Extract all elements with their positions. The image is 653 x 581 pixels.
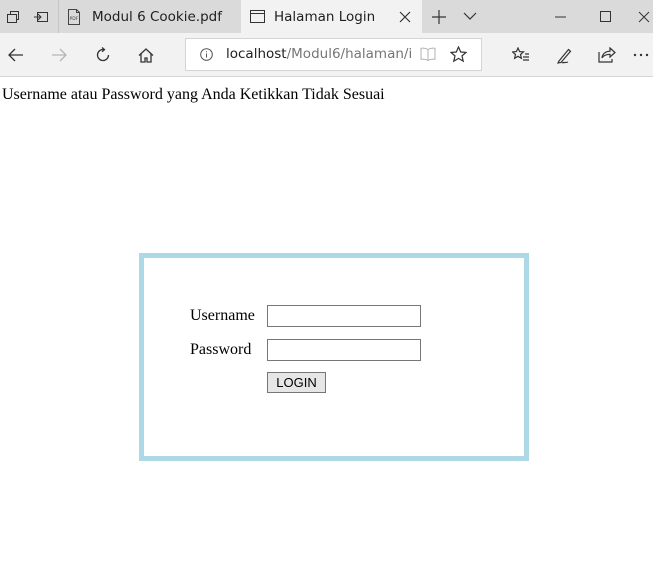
more-options-button[interactable] <box>633 33 653 77</box>
refresh-icon <box>96 47 110 62</box>
minimize-button[interactable] <box>543 0 577 33</box>
back-arrow-icon <box>8 48 23 62</box>
close-window-button[interactable] <box>638 0 653 33</box>
favorite-star-icon[interactable] <box>449 45 468 68</box>
web-note-button[interactable] <box>544 33 584 77</box>
pdf-file-icon: PDF <box>67 9 81 25</box>
set-tabs-aside-icon <box>34 11 48 22</box>
share-button[interactable] <box>587 33 627 77</box>
tab-preview-button[interactable] <box>0 0 26 33</box>
username-label: Username <box>190 307 255 324</box>
pen-icon <box>556 48 571 64</box>
url-path: /Modul6/halaman/inde <box>286 46 412 62</box>
share-icon <box>598 47 616 63</box>
favorites-list-icon <box>512 47 529 61</box>
login-form-box: Username Password LOGIN <box>139 253 529 461</box>
tab-label: Modul 6 Cookie.pdf <box>92 8 222 25</box>
forward-arrow-icon <box>52 48 67 62</box>
plus-icon <box>432 9 446 24</box>
username-input[interactable] <box>267 305 421 327</box>
reading-view-icon[interactable] <box>420 47 436 67</box>
minimize-icon <box>554 16 566 17</box>
tab-label: Halaman Login <box>274 8 376 25</box>
tab-list-button[interactable] <box>456 0 484 33</box>
navigation-bar: localhost/Modul6/halaman/inde <box>0 33 653 77</box>
maximize-icon <box>599 11 611 22</box>
url-host: localhost <box>226 46 287 62</box>
refresh-button[interactable] <box>83 33 123 77</box>
svg-text:PDF: PDF <box>70 16 79 22</box>
site-info-icon[interactable] <box>200 48 213 66</box>
tab-modul-6-cookie[interactable]: PDF Modul 6 Cookie.pdf <box>58 0 241 33</box>
close-window-icon <box>638 11 650 22</box>
more-dots-icon <box>633 53 649 57</box>
webpage-icon <box>250 10 265 23</box>
password-label: Password <box>190 341 252 358</box>
url-text[interactable]: localhost/Modul6/halaman/inde <box>226 39 412 70</box>
maximize-button[interactable] <box>588 0 622 33</box>
address-bar[interactable]: localhost/Modul6/halaman/inde <box>185 38 482 71</box>
title-bar: PDF Modul 6 Cookie.pdf Halaman Login <box>0 0 653 33</box>
login-button[interactable]: LOGIN <box>267 372 326 393</box>
chevron-down-icon <box>463 12 477 20</box>
login-error-message: Username atau Password yang Anda Ketikka… <box>2 86 385 103</box>
page-content: Username atau Password yang Anda Ketikka… <box>0 78 653 581</box>
set-tabs-aside-button[interactable] <box>26 0 56 33</box>
forward-button[interactable] <box>39 33 79 77</box>
close-tab-icon[interactable] <box>399 11 411 23</box>
home-icon <box>138 47 154 63</box>
favorites-hub-button[interactable] <box>501 33 541 77</box>
tab-halaman-login[interactable]: Halaman Login <box>241 0 422 33</box>
home-button[interactable] <box>126 33 166 77</box>
password-input[interactable] <box>267 339 421 361</box>
new-tab-button[interactable] <box>425 0 453 33</box>
tab-preview-icon <box>7 10 19 23</box>
back-button[interactable] <box>0 33 36 77</box>
